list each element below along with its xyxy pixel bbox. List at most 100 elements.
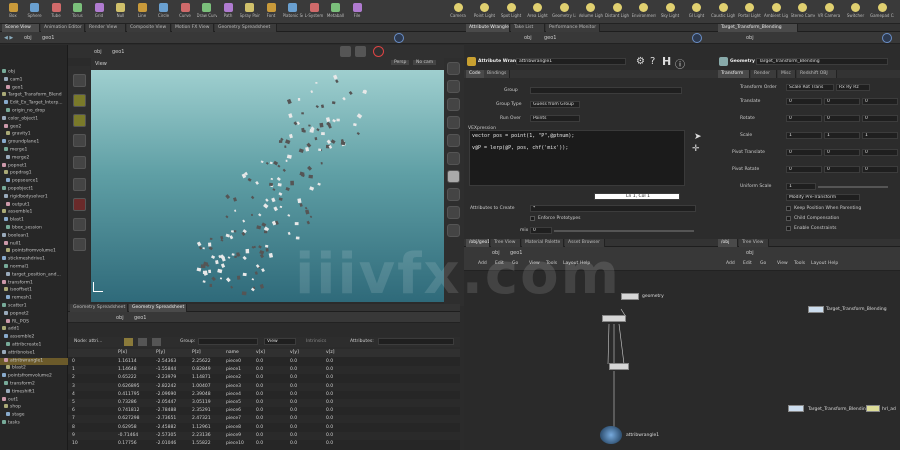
tab-leftTabs-0[interactable]: Scene View — [2, 24, 40, 32]
move-tool-icon[interactable] — [355, 46, 366, 57]
shelf-light-8[interactable]: Sky Light — [658, 1, 682, 23]
tree-item[interactable]: attribcreate1 — [0, 342, 68, 349]
transform-value-field[interactable]: 0 — [824, 115, 860, 122]
tab-netTabsR-0[interactable]: /obj — [718, 239, 738, 247]
shelf-light-5[interactable]: Volume Light — [579, 1, 603, 23]
back-arrow-icon[interactable]: ◀ ▶ — [4, 35, 13, 41]
transform-order-menu[interactable]: Scale Rot Trans — [786, 84, 834, 91]
camera-menu[interactable]: No cam — [413, 60, 437, 65]
tree-item[interactable]: stage — [0, 412, 68, 419]
shelf-light-15[interactable]: Switcher — [844, 1, 868, 23]
info-icon[interactable]: ⓘ — [675, 56, 685, 71]
geo-subtab-3[interactable]: Redshift OBJ — [797, 70, 837, 78]
transform-value-field[interactable]: 0 — [824, 149, 860, 156]
shelf-tool-7[interactable]: Circle — [154, 1, 174, 23]
geo-subtab-1[interactable]: Render — [751, 70, 777, 78]
obj-node-2[interactable] — [788, 405, 804, 412]
net-menu-netMenuR-4[interactable]: Tools — [794, 261, 805, 266]
shelf-light-1[interactable]: Point Light — [473, 1, 497, 23]
tree-item[interactable]: bbox_session — [0, 225, 68, 232]
transform-value-field[interactable]: 0 — [786, 98, 822, 105]
tab-sheetTabs-0[interactable]: Geometry Spreadsheet — [70, 304, 128, 312]
tab-leftTabs-4[interactable]: Motion FX View — [172, 24, 214, 32]
tree-item[interactable]: groundplane1 — [0, 139, 68, 146]
shelf-tool-10[interactable]: Path — [218, 1, 238, 23]
table-row[interactable]: 6 0.741812 -2.78488 2.35291 piece6 0.0 0.0 0.0 — [68, 407, 460, 415]
tree-item[interactable]: popdrag1 — [0, 170, 68, 177]
sheet-path-obj[interactable]: obj — [116, 315, 124, 321]
wrangle-path-geo[interactable]: geo1 — [544, 35, 557, 41]
net-menu-netMenuR-2[interactable]: Go — [760, 261, 766, 266]
tree-item[interactable]: geo2 — [0, 123, 68, 131]
uniform-scale-field[interactable]: 1 — [786, 183, 816, 190]
network-node-transform[interactable] — [609, 363, 629, 370]
shelf-tool-6[interactable]: Line — [132, 1, 152, 23]
vertices-mode-icon[interactable] — [138, 338, 147, 346]
tree-item[interactable]: remesh1 — [0, 295, 68, 302]
snapshot-icon[interactable] — [447, 224, 460, 237]
net-menu-netMenuR-3[interactable]: View — [777, 261, 788, 266]
tree-item[interactable]: scatter1 — [0, 303, 68, 310]
shelf-light-14[interactable]: VR Camera — [817, 1, 841, 23]
tab-leftTabs-2[interactable]: Render View — [86, 24, 126, 32]
sheet-column-header[interactable]: P[y] — [156, 350, 165, 355]
shelf-light-6[interactable]: Distant Light — [605, 1, 629, 23]
light-icon[interactable] — [447, 188, 460, 201]
sheet-column-header[interactable]: P[z] — [192, 350, 201, 355]
gear-icon[interactable]: ⚙ — [636, 56, 645, 67]
keep-position-checkbox[interactable] — [786, 206, 791, 211]
shelf-tool-2[interactable]: Tube — [46, 1, 66, 23]
shelf-light-13[interactable]: Stereo Camera — [791, 1, 815, 23]
tab-leftTabs-5[interactable]: Geometry Spreadsheet — [215, 24, 277, 32]
transform-value-field[interactable]: 0 — [862, 115, 898, 122]
tree-item[interactable]: color_object1 — [0, 115, 68, 123]
sheet-intrinsics[interactable]: Intrinsics — [306, 339, 326, 344]
network-node-wrangle-icon[interactable] — [600, 426, 622, 444]
shelf-tool-12[interactable]: Font — [261, 1, 281, 23]
transform-value-field[interactable]: 0 — [862, 166, 898, 173]
attrs-create-field[interactable]: * — [530, 205, 696, 212]
table-row[interactable]: 0 1.16114 -2.54363 2.25622 piece0 0.0 0.0 0.0 — [68, 358, 460, 366]
cursor-arrow-icon[interactable]: ➤ — [694, 132, 702, 142]
table-row[interactable]: 10 0.17756 -2.01046 1.55822 piece10 0.0 0.0 0.0 — [68, 440, 460, 448]
table-row[interactable]: 7 0.627298 -2.73651 2.47321 piece7 0.0 0.0 0.0 — [68, 415, 460, 424]
tree-item[interactable]: blast1 — [0, 217, 68, 224]
shelf-tool-14[interactable]: L-System — [304, 1, 324, 23]
network-editor-right[interactable]: Target_Transform_Blending Target_Transfo… — [716, 271, 900, 450]
viewport-geo[interactable]: geo1 — [112, 49, 125, 55]
tab-leftTabs-1[interactable]: Animation Editor — [41, 24, 85, 32]
shelf-tool-11[interactable]: Spray Paint — [240, 1, 260, 23]
child-comp-checkbox[interactable] — [786, 216, 791, 221]
constraints-checkbox[interactable] — [786, 226, 791, 231]
view-icon[interactable] — [73, 238, 86, 251]
tree-item[interactable]: null1 — [0, 240, 68, 248]
tree-item[interactable]: add1 — [0, 326, 68, 333]
tree-item[interactable]: merge1 — [0, 147, 68, 154]
sheet-column-header[interactable]: v[y] — [290, 350, 299, 355]
shade-icon[interactable] — [447, 152, 460, 165]
tree-item[interactable]: assemble1 — [0, 209, 68, 216]
persp-menu[interactable]: Persp — [391, 60, 410, 65]
wire-icon[interactable] — [447, 134, 460, 147]
viewport-obj[interactable]: obj — [94, 49, 102, 55]
sheet-view-menu[interactable]: View — [264, 338, 296, 345]
transform-value-field[interactable]: 0 — [824, 166, 860, 173]
shelf-tool-9[interactable]: Draw Curve — [197, 1, 217, 23]
rotate-order-menu[interactable]: Rx Ry Rz — [836, 84, 870, 91]
shelf-tool-8[interactable]: Curve — [175, 1, 195, 23]
tree-item[interactable]: blast2 — [0, 365, 68, 372]
transform-value-field[interactable]: 1 — [786, 132, 822, 139]
record-icon[interactable] — [373, 46, 384, 57]
move-icon[interactable] — [73, 94, 86, 107]
shelf-light-12[interactable]: Ambient Light — [764, 1, 788, 23]
table-row[interactable]: 9 -0.71464 -2.57305 2.23136 piece9 0.0 0.0 0.0 — [68, 431, 460, 440]
wrangle-pin-icon[interactable] — [692, 33, 702, 43]
tree-item[interactable]: pointsfromvolume2 — [0, 373, 68, 380]
mix-slider[interactable] — [554, 230, 694, 232]
tree-item[interactable]: attribwrangle1 — [0, 357, 68, 365]
tree-item[interactable]: isooffset1 — [0, 287, 68, 294]
tree-item[interactable]: normal1 — [0, 264, 68, 271]
tree-item[interactable]: timeshift1 — [0, 388, 68, 396]
tree-item[interactable]: RL_POS — [0, 318, 68, 326]
shelf-tool-3[interactable]: Torus — [68, 1, 88, 23]
